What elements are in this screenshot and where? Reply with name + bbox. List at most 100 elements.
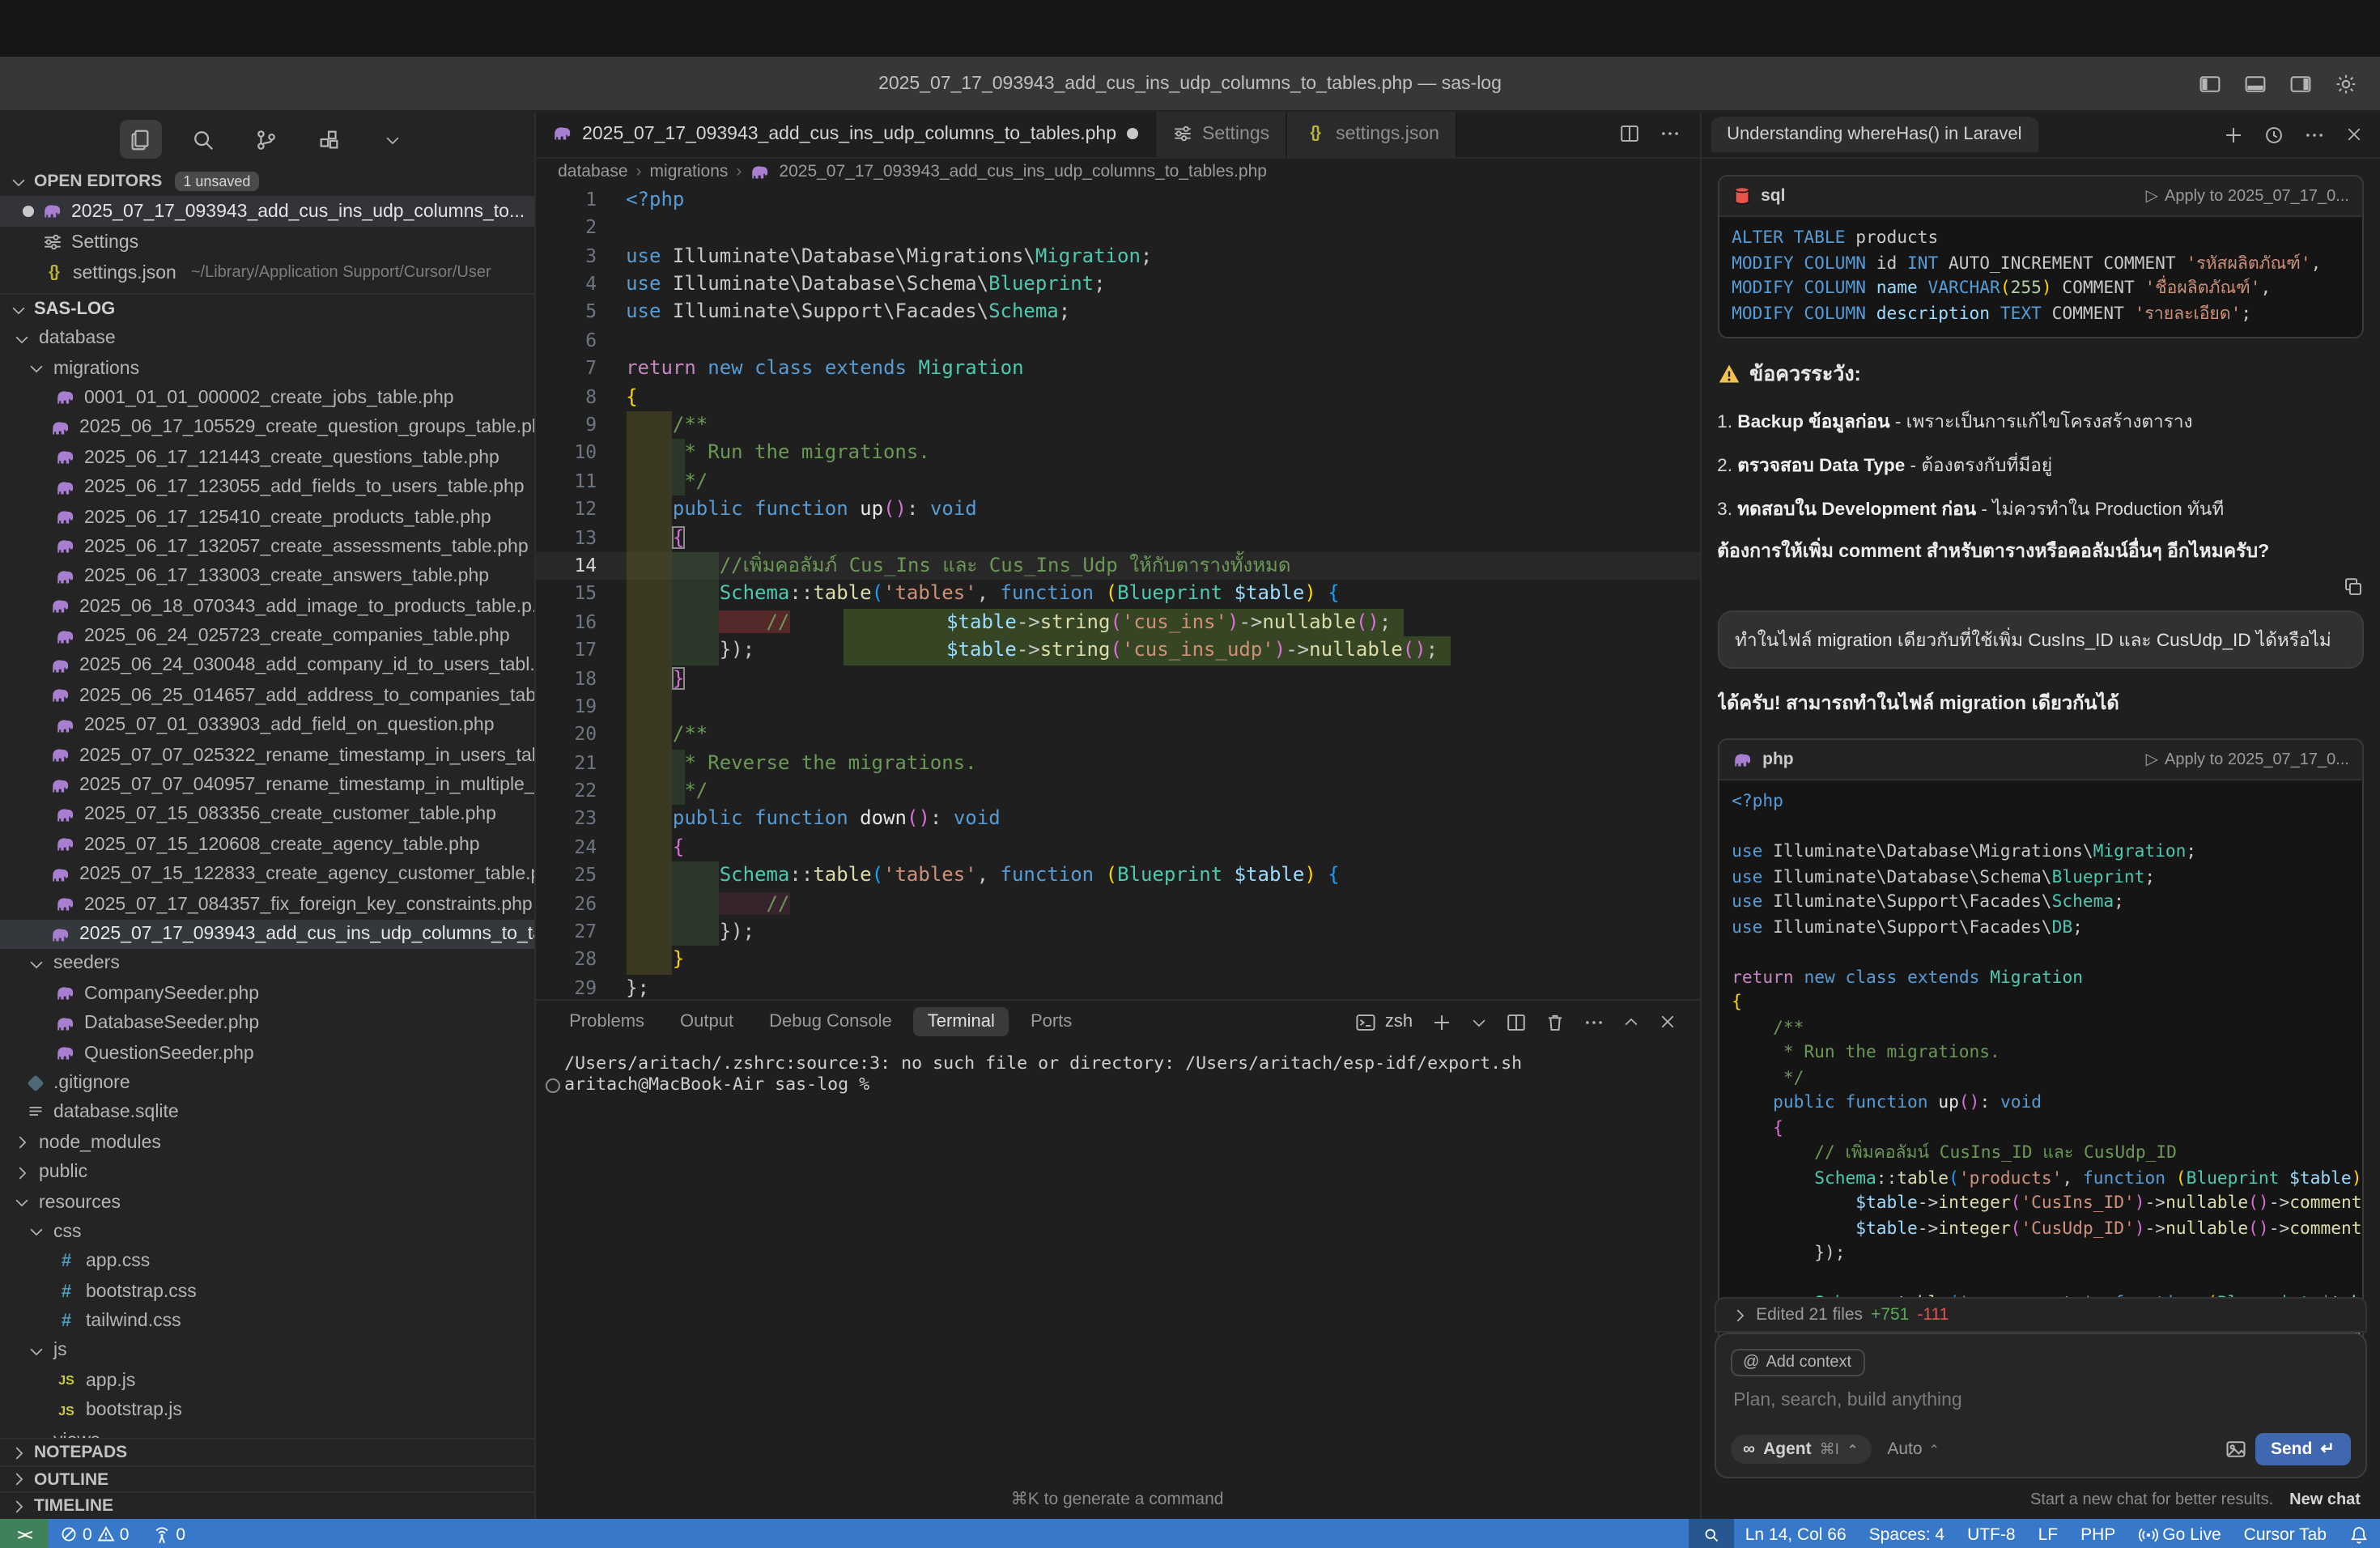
tree-file[interactable]: 2025_07_15_122833_create_agency_customer… — [0, 860, 533, 890]
tree-file[interactable]: 2025_07_17_084357_fix_foreign_key_constr… — [0, 890, 533, 920]
split-editor-icon[interactable] — [1505, 1011, 1526, 1032]
panel-bottom-icon[interactable] — [2244, 72, 2267, 95]
ports-status[interactable]: 0 — [140, 1519, 197, 1548]
open-editor-item[interactable]: 2025_07_17_093943_add_cus_ins_udp_column… — [0, 196, 533, 227]
split-editor-icon[interactable] — [1618, 124, 1639, 145]
notifications-bell[interactable] — [2338, 1519, 2380, 1548]
apply-button[interactable]: ▷ Apply to 2025_07_17_0... — [2146, 751, 2349, 768]
tree-file[interactable]: DatabaseSeeder.php — [0, 1009, 533, 1039]
sidebar-section-timeline[interactable]: TIMELINE — [0, 1494, 533, 1519]
extensions-icon-button[interactable] — [309, 120, 351, 159]
chevron-down-icon-button[interactable] — [372, 120, 414, 159]
tree-file[interactable]: QuestionSeeder.php — [0, 1039, 533, 1069]
breadcrumb-item[interactable]: 2025_07_17_093943_add_cus_ins_udp_column… — [779, 163, 1267, 182]
agent-mode-selector[interactable]: ∞ Agent ⌘I ⌃ — [1730, 1435, 1871, 1464]
tree-file[interactable]: 2025_06_24_025723_create_companies_table… — [0, 622, 533, 652]
tree-file[interactable]: 2025_07_17_093943_add_cus_ins_udp_column… — [0, 920, 533, 950]
plus-icon[interactable] — [2223, 124, 2244, 145]
panel-right-icon[interactable] — [2289, 72, 2312, 95]
terminal-output[interactable]: /Users/aritach/.zshrc:source:3: no such … — [535, 1044, 1699, 1519]
tree-file[interactable]: 2025_07_07_025322_rename_timestamp_in_us… — [0, 741, 533, 771]
chat-input-placeholder[interactable]: Plan, search, build anything — [1733, 1391, 2351, 1410]
tree-folder[interactable]: node_modules — [0, 1128, 533, 1158]
tree-file[interactable]: #bootstrap.css — [0, 1277, 533, 1307]
apply-button[interactable]: ▷ Apply to 2025_07_17_0... — [2146, 187, 2349, 205]
tree-file[interactable]: 2025_06_24_030048_add_company_id_to_user… — [0, 652, 533, 682]
tree-folder[interactable]: migrations — [0, 354, 533, 384]
chat-tab-title[interactable]: Understanding whereHas() in Laravel — [1711, 117, 2038, 152]
tree-folder[interactable]: css — [0, 1217, 533, 1247]
panel-tab-problems[interactable]: Problems — [555, 1007, 659, 1036]
tree-file[interactable]: 2025_06_17_133003_create_answers_table.p… — [0, 562, 533, 592]
project-root-header[interactable]: SAS-LOG — [0, 293, 533, 324]
language-mode[interactable]: PHP — [2069, 1519, 2127, 1548]
code-editor[interactable]: 1<?php23use Illuminate\Database\Migratio… — [535, 186, 1699, 999]
tree-file[interactable]: 2025_06_17_123055_add_fields_to_users_ta… — [0, 473, 533, 503]
files-icon-button[interactable] — [120, 120, 162, 159]
sidebar-section-outline[interactable]: OUTLINE — [0, 1467, 533, 1494]
ellipsis-icon[interactable] — [1659, 124, 1680, 145]
tree-file[interactable]: 2025_07_15_120608_create_agency_table.ph… — [0, 830, 533, 860]
chevron-down-icon[interactable] — [1469, 1013, 1487, 1031]
chevron-up-icon[interactable] — [1621, 1013, 1639, 1031]
problems-status[interactable]: 0 0 — [49, 1519, 140, 1548]
ellipsis-icon[interactable] — [2304, 124, 2325, 145]
tree-file[interactable]: 0001_01_01_000002_create_jobs_table.php — [0, 384, 533, 414]
trash-icon[interactable] — [1544, 1011, 1565, 1032]
tree-file[interactable]: .gitignore — [0, 1069, 533, 1099]
tree-file[interactable]: 2025_06_25_014657_add_address_to_compani… — [0, 681, 533, 711]
tree-file[interactable]: 2025_06_17_125410_create_products_table.… — [0, 503, 533, 533]
tree-file[interactable]: 2025_06_17_121443_create_questions_table… — [0, 443, 533, 473]
edited-files-bar[interactable]: Edited 21 files +751 -111 — [1714, 1297, 2367, 1333]
open-editor-item[interactable]: Settings — [0, 227, 533, 257]
tree-file[interactable]: 2025_06_18_070343_add_image_to_products_… — [0, 592, 533, 622]
history-icon[interactable] — [2263, 124, 2284, 145]
tree-folder[interactable]: resources — [0, 1188, 533, 1218]
tree-file[interactable]: 2025_06_17_105529_create_question_groups… — [0, 413, 533, 443]
cursor-tab-toggle[interactable]: Cursor Tab — [2233, 1519, 2338, 1548]
chat-input-box[interactable]: @ Add context Plan, search, build anythi… — [1714, 1333, 2367, 1478]
panel-tab-ports[interactable]: Ports — [1016, 1007, 1086, 1036]
search-icon-button[interactable] — [183, 120, 225, 159]
panel-search-toggle[interactable] — [1689, 1519, 1734, 1548]
panel-left-icon[interactable] — [2199, 72, 2221, 95]
tree-file[interactable]: JSbootstrap.js — [0, 1396, 533, 1426]
editor-tab[interactable]: 2025_07_17_093943_add_cus_ins_udp_column… — [535, 112, 1155, 157]
tree-file[interactable]: 2025_07_07_040957_rename_timestamp_in_mu… — [0, 771, 533, 801]
close-icon[interactable] — [2344, 125, 2364, 144]
close-icon[interactable] — [1657, 1012, 1677, 1031]
terminal-instance[interactable]: zsh — [1356, 1011, 1413, 1032]
plus-icon[interactable] — [1430, 1011, 1451, 1032]
tree-file[interactable]: 2025_06_17_132057_create_assessments_tab… — [0, 532, 533, 562]
panel-tab-output[interactable]: Output — [665, 1007, 748, 1036]
tree-file[interactable]: #tailwind.css — [0, 1307, 533, 1337]
tree-folder[interactable]: views — [0, 1426, 533, 1439]
tree-folder[interactable]: database — [0, 324, 533, 354]
panel-tab-debug-console[interactable]: Debug Console — [754, 1007, 907, 1036]
encoding-setting[interactable]: UTF-8 — [1956, 1519, 2027, 1548]
indentation-setting[interactable]: Spaces: 4 — [1858, 1519, 1956, 1548]
go-live-button[interactable]: Go Live — [2127, 1519, 2232, 1548]
tree-folder[interactable]: js — [0, 1337, 533, 1367]
breadcrumb[interactable]: database›migrations›2025_07_17_093943_ad… — [535, 159, 1699, 186]
model-selector[interactable]: Auto⌃ — [1887, 1440, 1940, 1459]
send-button[interactable]: Send ↵ — [2255, 1433, 2351, 1465]
editor-tab[interactable]: {}settings.json — [1287, 112, 1457, 157]
tree-file[interactable]: #app.css — [0, 1247, 533, 1277]
breadcrumb-item[interactable]: database — [558, 163, 627, 182]
image-attach-icon[interactable] — [2224, 1438, 2246, 1461]
new-chat-button[interactable]: New chat — [2289, 1491, 2361, 1509]
tree-file[interactable]: database.sqlite — [0, 1098, 533, 1128]
breadcrumb-item[interactable]: migrations — [650, 163, 729, 182]
tree-file[interactable]: 2025_07_15_083356_create_customer_table.… — [0, 801, 533, 831]
gear-icon[interactable] — [2335, 72, 2357, 95]
tree-file[interactable]: CompanySeeder.php — [0, 979, 533, 1009]
panel-tab-terminal[interactable]: Terminal — [913, 1007, 1009, 1036]
tree-file[interactable]: 2025_07_01_033903_add_field_on_question.… — [0, 711, 533, 741]
sidebar-section-notepads[interactable]: NOTEPADS — [0, 1440, 533, 1466]
source-control-icon-button[interactable] — [246, 120, 288, 159]
editor-tab[interactable]: Settings — [1155, 112, 1287, 157]
tree-folder[interactable]: public — [0, 1158, 533, 1188]
ellipsis-icon[interactable] — [1583, 1011, 1604, 1032]
tree-folder[interactable]: seeders — [0, 949, 533, 979]
